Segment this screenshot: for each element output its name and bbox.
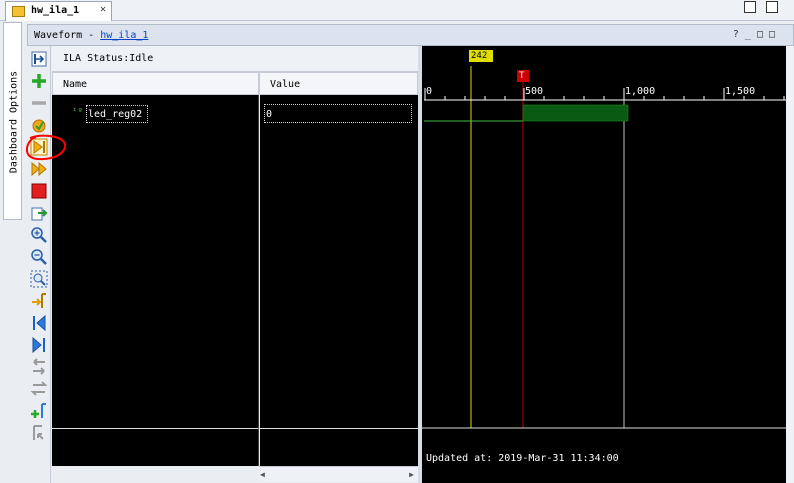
value-list-footer — [260, 428, 418, 466]
tab-close-icon[interactable]: ✕ — [100, 4, 106, 15]
signal-name-led-reg02[interactable]: led_reg02 — [86, 105, 148, 123]
signal-wave-high-region[interactable] — [522, 104, 629, 122]
signal-bit-icon: ᶦᵍ — [72, 107, 83, 117]
add-marker-icon[interactable] — [30, 358, 48, 376]
export-icon[interactable] — [30, 204, 48, 222]
ila-status-bar: ILA Status:Idle — [52, 46, 418, 72]
tick-label-1000: 1,000 — [625, 86, 656, 97]
waveform-title: Waveform - hw_ila_1 — [34, 30, 148, 41]
next-transition-icon[interactable] — [30, 336, 48, 354]
stop-icon[interactable] — [30, 182, 48, 200]
dashboard-options-dock[interactable]: Dashboard Options — [3, 22, 22, 220]
value-horizontal-scrollbar[interactable]: ◀ ▶ — [259, 466, 418, 481]
signal-name-list — [52, 95, 259, 428]
tick-label-500: 500 — [525, 86, 544, 97]
panel-window-icons[interactable]: ?_□□ — [733, 29, 781, 40]
remove-icon[interactable] — [30, 94, 48, 112]
updated-timestamp: Updated at: 2019-Mar-31 11:34:00 — [426, 453, 619, 464]
signal-value-list — [260, 95, 418, 428]
ila-status-text: ILA Status:Idle — [63, 53, 154, 64]
column-header-name-label: Name — [63, 79, 88, 90]
swap-cursors-icon[interactable] — [30, 380, 48, 398]
waveform-panel-header: Waveform - hw_ila_1 ?_□□ — [27, 24, 794, 46]
waveform-vertical-scrollbar[interactable] — [786, 46, 794, 483]
waveform-title-prefix: Waveform - — [34, 30, 101, 41]
scroll-left-icon[interactable]: ◀ — [260, 470, 265, 479]
cursor-label: 242 — [471, 51, 488, 61]
column-header-value[interactable]: Value — [259, 72, 418, 95]
tick-label-0: 0 — [426, 86, 433, 97]
document-tab-bar: hw_ila_1 ✕ — [0, 0, 794, 21]
red-annotation-circle — [25, 134, 66, 161]
name-list-footer — [52, 428, 259, 466]
waveform-toolbar — [27, 46, 51, 483]
zoom-out-icon[interactable] — [30, 248, 48, 266]
add-marker-plus-icon[interactable] — [30, 402, 48, 420]
column-header-value-label: Value — [270, 79, 301, 90]
marker-label: T — [519, 71, 525, 81]
maximize-window-icon[interactable] — [766, 1, 778, 13]
scroll-right-icon[interactable]: ▶ — [409, 470, 414, 479]
signal-value-led-reg02[interactable]: 0 — [264, 104, 412, 123]
restore-window-icon[interactable] — [744, 1, 756, 13]
tick-label-1500: 1,500 — [725, 86, 756, 97]
tab-hw-ila-1[interactable]: hw_ila_1 ✕ — [5, 1, 112, 21]
previous-transition-icon[interactable] — [30, 314, 48, 332]
waveform-view[interactable]: 242 T 0 500 1,000 1,500 — [422, 46, 794, 483]
tab-label: hw_ila_1 — [31, 5, 80, 16]
waveform-doc-icon — [12, 6, 25, 17]
dock-label: Dashboard Options — [8, 70, 19, 174]
add-probe-icon[interactable] — [30, 72, 48, 90]
waveform-source-link[interactable]: hw_ila_1 — [100, 30, 148, 41]
column-header-name[interactable]: Name — [52, 72, 259, 95]
zoom-in-icon[interactable] — [30, 226, 48, 244]
toggle-settings-icon[interactable] — [30, 50, 48, 68]
go-to-cursor-icon[interactable] — [30, 292, 48, 310]
move-marker-icon[interactable] — [30, 424, 48, 442]
zoom-fit-icon[interactable] — [30, 270, 48, 288]
